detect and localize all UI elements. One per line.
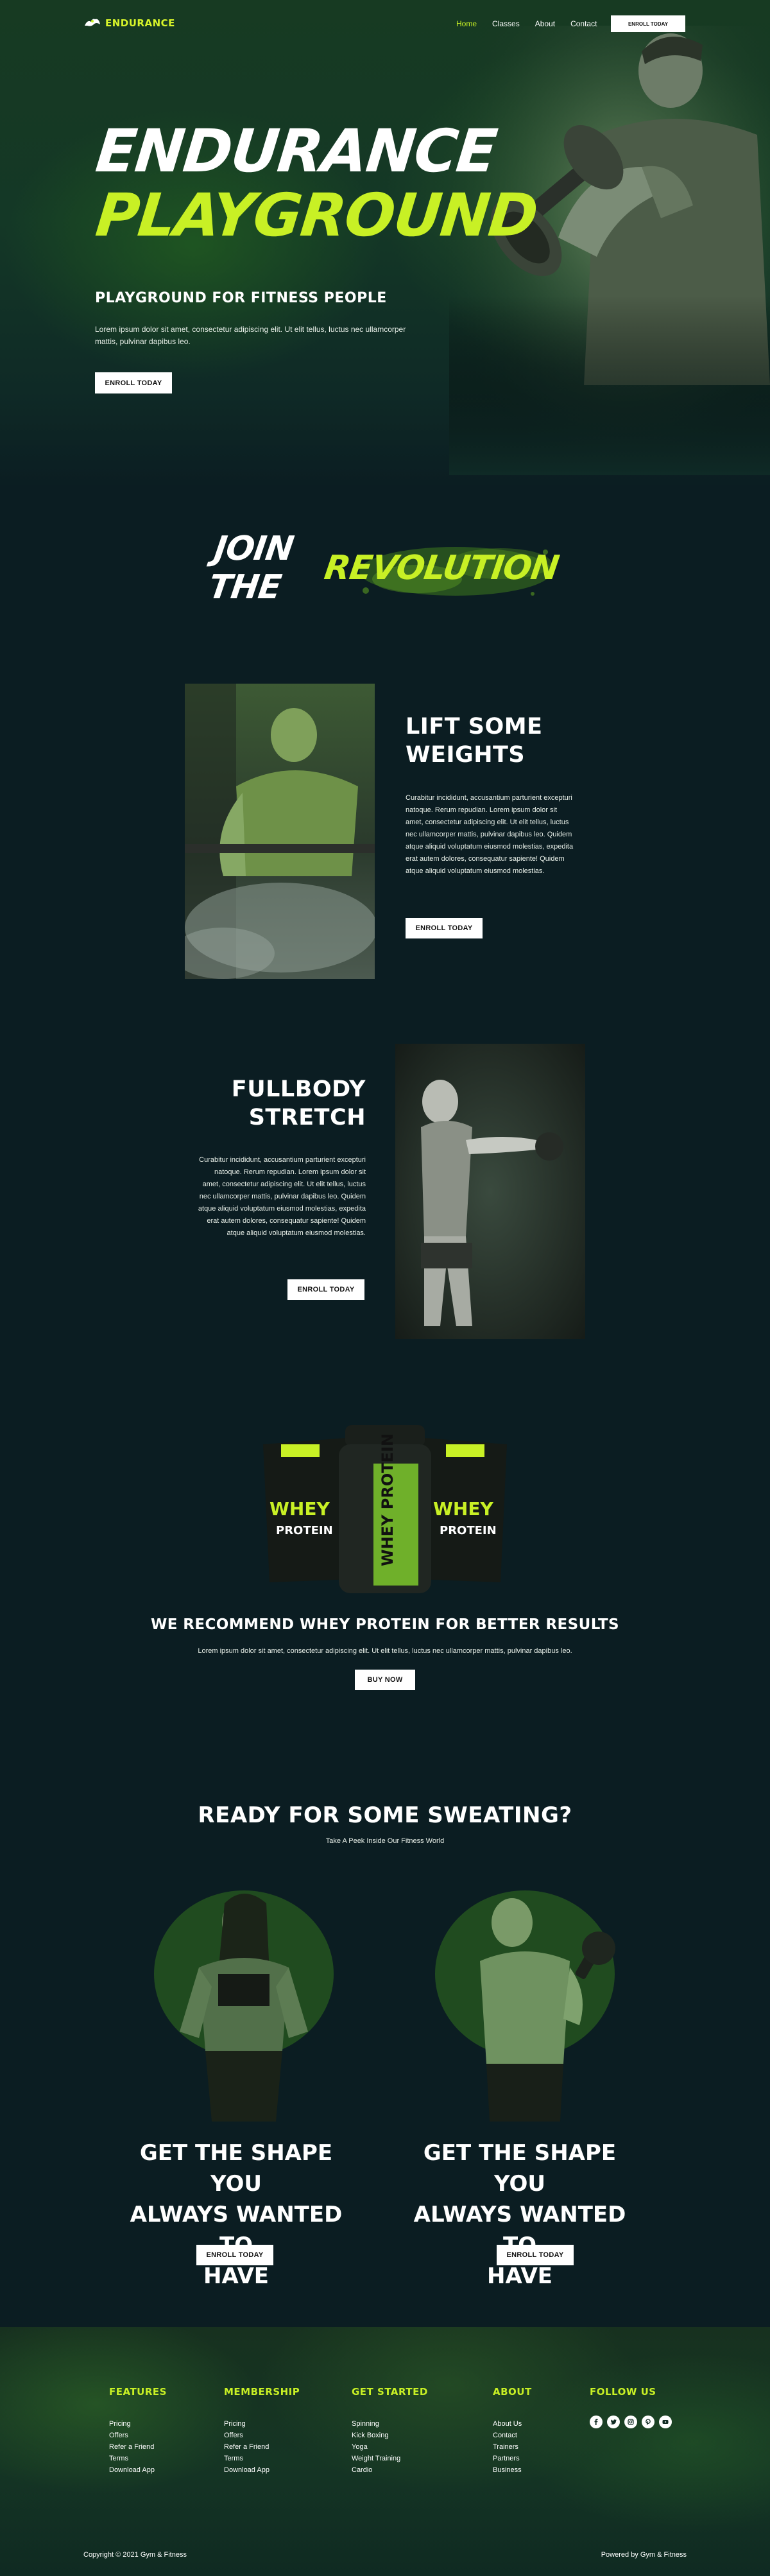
revolution-word-join-the: JOIN THE (206, 530, 296, 607)
footer-column-membership: MEMBERSHIP Pricing Offers Refer a Friend… (224, 2386, 300, 2476)
card-1-title: GET THE SHAPE YOU ALWAYS WANTED TO HAVE (121, 2138, 352, 2292)
logo-text: ENDURANCE (105, 17, 175, 29)
fullbody-stretch-title: FULLBODY STRETCH (212, 1075, 366, 1132)
nav-enroll-button[interactable]: ENROLL TODAY (611, 15, 685, 32)
copyright-text: Copyright © 2021 Gym & Fitness (83, 2551, 187, 2559)
fullbody-stretch-text: Curabitur incididunt, accusantium partur… (198, 1156, 366, 1237)
footer-link[interactable]: Offers (109, 2430, 167, 2441)
lift-weights-title-line1: LIFT SOME (406, 714, 543, 739)
logo[interactable]: ENDURANCE (83, 17, 175, 30)
hero-title-line2: PLAYGROUND (92, 181, 540, 250)
footer-link[interactable]: Yoga (352, 2441, 428, 2453)
footer-heading-features: FEATURES (109, 2386, 167, 2398)
card-1-title-line1: GET THE SHAPE YOU (139, 2140, 333, 2197)
left-pouch-label-whey: WHEY (270, 1498, 330, 1519)
hero-title-line1: ENDURANCE (92, 117, 500, 186)
footer-link[interactable]: Weight Training (352, 2453, 428, 2464)
footer-link[interactable]: Terms (224, 2453, 300, 2464)
footer-link[interactable]: Pricing (109, 2418, 167, 2430)
footer-link[interactable]: Spinning (352, 2418, 428, 2430)
footer-heading-get-started: GET STARTED (352, 2386, 428, 2398)
sweating-title: READY FOR SOME SWEATING? (198, 1802, 572, 1828)
footer-link[interactable]: Cardio (352, 2464, 428, 2476)
powered-by-text: Powered by Gym & Fitness (601, 2551, 687, 2559)
footer-link[interactable]: About Us (493, 2418, 532, 2430)
fullbody-stretch-image (395, 1044, 585, 1339)
nav-link-home[interactable]: Home (456, 19, 477, 28)
right-pouch-label-whey: WHEY (433, 1498, 493, 1519)
revolution-heading: JOIN THE REVOLUTION (207, 530, 561, 607)
footer-link[interactable]: Trainers (493, 2441, 532, 2453)
card-2-title-line1: GET THE SHAPE YOU (423, 2140, 617, 2197)
card-1-title-line3: HAVE (203, 2263, 269, 2289)
male-athlete-image (435, 1890, 615, 2122)
footer-link[interactable]: Terms (109, 2453, 167, 2464)
youtube-icon[interactable] (659, 2416, 672, 2428)
footer-link[interactable]: Offers (224, 2430, 300, 2441)
hero-enroll-button[interactable]: ENROLL TODAY (95, 372, 172, 393)
nav-link-about[interactable]: About (535, 19, 555, 28)
hero-subtitle: PLAYGROUND FOR FITNESS PEOPLE (95, 290, 387, 306)
fullbody-stretch-title-line2: STRETCH (248, 1105, 366, 1130)
main-nav: ENDURANCE Home Classes About Contact ENR… (0, 0, 770, 51)
footer-column-follow-us: FOLLOW US (590, 2386, 672, 2428)
footer-heading-follow-us: FOLLOW US (590, 2386, 656, 2398)
lift-weights-title: LIFT SOME WEIGHTS (406, 713, 572, 769)
footer-link[interactable]: Download App (224, 2464, 300, 2476)
fullbody-stretch-title-line1: FULLBODY (231, 1076, 366, 1102)
pinterest-icon[interactable] (642, 2416, 654, 2428)
footer-link[interactable]: Partners (493, 2453, 532, 2464)
card-2-title: GET THE SHAPE YOU ALWAYS WANTED TO HAVE (404, 2138, 635, 2292)
footer-heading-about: ABOUT (493, 2386, 532, 2398)
fullbody-stretch-enroll-button[interactable]: ENROLL TODAY (287, 1279, 364, 1300)
footer-link[interactable]: Download App (109, 2464, 167, 2476)
twitter-icon[interactable] (607, 2416, 620, 2428)
nav-link-contact[interactable]: Contact (570, 19, 597, 28)
nav-link-classes[interactable]: Classes (492, 19, 520, 28)
buy-now-button[interactable]: BUY NOW (355, 1670, 415, 1690)
whey-protein-product-image: WHEY PROTEIN WHEY PROTEIN WHEY PROTEIN (263, 1425, 507, 1593)
hero-text: Lorem ipsum dolor sit amet, consectetur … (95, 325, 406, 346)
page: ENDURANCE Home Classes About Contact ENR… (0, 0, 770, 2576)
footer-link[interactable]: Business (493, 2464, 532, 2476)
right-pouch-label-protein: PROTEIN (440, 1524, 497, 1537)
protein-title: WE RECOMMEND WHEY PROTEIN FOR BETTER RES… (150, 1616, 620, 1633)
card-2-title-line3: HAVE (487, 2263, 552, 2289)
card-2-enroll-button[interactable]: ENROLL TODAY (497, 2245, 574, 2265)
lift-weights-image (185, 684, 375, 979)
lift-weights-title-line2: WEIGHTS (406, 742, 526, 768)
logo-muscle-icon (83, 17, 101, 30)
card-1-enroll-button[interactable]: ENROLL TODAY (196, 2245, 273, 2265)
footer-column-about: ABOUT About Us Contact Trainers Partners… (493, 2386, 532, 2476)
female-athlete-image (154, 1890, 334, 2122)
sweating-subtitle: Take A Peek Inside Our Fitness World (325, 1837, 445, 1845)
footer-column-features: FEATURES Pricing Offers Refer a Friend T… (109, 2386, 167, 2476)
nav-links: Home Classes About Contact (456, 19, 597, 28)
hero-athlete-image (449, 26, 770, 475)
left-pouch-label-protein: PROTEIN (276, 1524, 333, 1537)
footer-link[interactable]: Pricing (224, 2418, 300, 2430)
footer: FEATURES Pricing Offers Refer a Friend T… (0, 2327, 770, 2576)
hero-section: ENDURANCE Home Classes About Contact ENR… (0, 0, 770, 488)
jar-label: WHEY PROTEIN (379, 1433, 397, 1566)
lift-weights-text: Curabitur incididunt, accusantium partur… (406, 794, 574, 875)
lift-weights-enroll-button[interactable]: ENROLL TODAY (406, 918, 483, 938)
footer-link[interactable]: Refer a Friend (224, 2441, 300, 2453)
revolution-word-revolution: REVOLUTION (321, 549, 561, 587)
footer-link[interactable]: Kick Boxing (352, 2430, 428, 2441)
footer-column-get-started: GET STARTED Spinning Kick Boxing Yoga We… (352, 2386, 428, 2476)
protein-text: Lorem ipsum dolor sit amet, consectetur … (198, 1647, 572, 1655)
footer-link[interactable]: Contact (493, 2430, 532, 2441)
footer-heading-membership: MEMBERSHIP (224, 2386, 300, 2398)
instagram-icon[interactable] (624, 2416, 637, 2428)
social-links (590, 2416, 672, 2428)
facebook-icon[interactable] (590, 2416, 603, 2428)
footer-link[interactable]: Refer a Friend (109, 2441, 167, 2453)
